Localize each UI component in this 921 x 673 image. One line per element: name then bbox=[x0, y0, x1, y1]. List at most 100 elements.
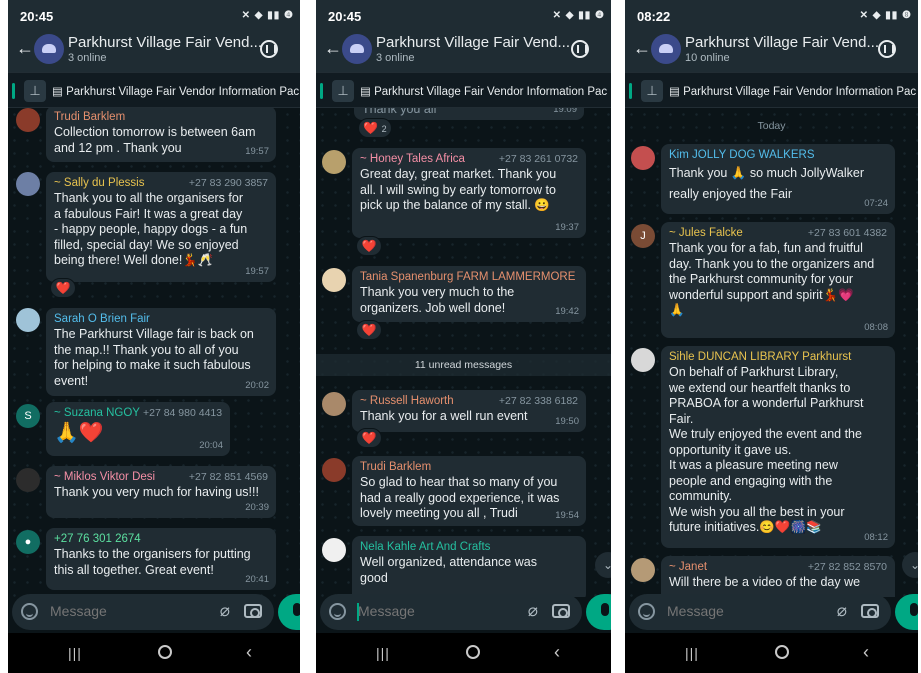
message-list[interactable]: Trudi Barklem Collection tomorrow is bet… bbox=[8, 108, 300, 597]
avatar[interactable] bbox=[16, 468, 40, 492]
message-composer[interactable]: ⌀ bbox=[12, 594, 274, 630]
reaction-badge[interactable]: ❤️ 2 bbox=[358, 118, 392, 138]
reaction-badge[interactable]: ❤️ bbox=[356, 236, 382, 256]
message-bubble[interactable]: ~ Janet +27 82 852 8570 Will there be a v… bbox=[661, 556, 895, 597]
avatar[interactable] bbox=[16, 308, 40, 332]
message-bubble[interactable]: ~ Suzana NGOY +27 84 980 4413 🙏❤️ 20:04 bbox=[46, 402, 230, 456]
pinned-message-bar[interactable]: ⊥ ▤ Parkhurst Village Fair Vendor Inform… bbox=[8, 72, 300, 108]
contact-avatar[interactable]: ● bbox=[16, 530, 40, 554]
scroll-down-icon[interactable]: ⌄ bbox=[902, 552, 918, 578]
group-call-icon[interactable] bbox=[260, 40, 278, 58]
recents-icon[interactable]: ||| bbox=[685, 645, 699, 661]
pin-icon[interactable]: ⊥ bbox=[24, 80, 46, 102]
message-composer[interactable]: ⌀ bbox=[629, 594, 891, 630]
avatar[interactable] bbox=[16, 172, 40, 196]
sender-name[interactable]: Sarah O Brien Fair bbox=[54, 312, 268, 327]
avatar[interactable] bbox=[322, 150, 346, 174]
chat-title[interactable]: Parkhurst Village Fair Vend... bbox=[68, 34, 262, 51]
pin-icon[interactable]: ⊥ bbox=[641, 80, 663, 102]
attach-icon[interactable]: ⌀ bbox=[220, 601, 230, 621]
nav-back-icon[interactable]: ‹ bbox=[246, 642, 252, 663]
home-icon[interactable] bbox=[158, 645, 172, 659]
message-bubble[interactable]: Nela Kahle Art And Crafts Well organized… bbox=[352, 536, 586, 597]
message-bubble[interactable]: Sarah O Brien Fair The Parkhurst Village… bbox=[46, 308, 276, 396]
avatar[interactable] bbox=[322, 392, 346, 416]
sender-name[interactable]: ~ Honey Tales Africa +27 83 261 0732 bbox=[360, 152, 578, 167]
back-arrow-icon[interactable]: ← bbox=[633, 38, 651, 59]
pin-icon[interactable]: ⊥ bbox=[332, 80, 354, 102]
avatar[interactable]: J bbox=[631, 224, 655, 248]
message-bubble[interactable]: ~ Jules Falcke +27 83 601 4382 Thank you … bbox=[661, 222, 895, 338]
pinned-message-bar[interactable]: ⊥ ▤ Parkhurst Village Fair Vendor Inform… bbox=[625, 72, 918, 108]
sender-name[interactable]: Tania Spanenburg FARM LAMMERMORE bbox=[360, 270, 578, 285]
message-bubble[interactable]: Sihle DUNCAN LIBRARY Parkhurst On behalf… bbox=[661, 346, 895, 548]
reaction-badge[interactable]: ❤️ bbox=[50, 278, 76, 298]
message-bubble[interactable]: Kim JOLLY DOG WALKERS Thank you 🙏 so muc… bbox=[661, 144, 895, 214]
recents-icon[interactable]: ||| bbox=[68, 645, 82, 661]
emoji-icon[interactable] bbox=[329, 603, 346, 620]
emoji-icon[interactable] bbox=[21, 603, 38, 620]
sender-name[interactable]: ~ Miklos Viktor Desi +27 82 851 4569 bbox=[54, 470, 268, 485]
avatar[interactable] bbox=[322, 538, 346, 562]
group-call-icon[interactable] bbox=[571, 40, 589, 58]
back-arrow-icon[interactable]: ← bbox=[16, 38, 34, 59]
sender-name[interactable]: Kim JOLLY DOG WALKERS bbox=[669, 148, 887, 163]
sender-name[interactable]: Nela Kahle Art And Crafts bbox=[360, 540, 578, 555]
group-avatar[interactable] bbox=[651, 34, 681, 64]
message-bubble[interactable]: Trudi Barklem So glad to hear that so ma… bbox=[352, 456, 586, 526]
nav-back-icon[interactable]: ‹ bbox=[863, 642, 869, 663]
scroll-down-icon[interactable]: ⌄ bbox=[595, 552, 611, 578]
reaction-badge[interactable]: ❤️ bbox=[356, 428, 382, 448]
message-bubble[interactable]: Thank you all 19:09 bbox=[354, 108, 584, 120]
message-bubble[interactable]: ~ Russell Haworth +27 82 338 6182 Thank y… bbox=[352, 390, 586, 432]
home-icon[interactable] bbox=[775, 645, 789, 659]
avatar[interactable] bbox=[631, 558, 655, 582]
attach-icon[interactable]: ⌀ bbox=[837, 601, 847, 621]
sender-name[interactable]: ~ Suzana NGOY +27 84 980 4413 bbox=[54, 406, 222, 421]
reaction-badge[interactable]: ❤️ bbox=[356, 320, 382, 340]
camera-icon[interactable] bbox=[552, 604, 570, 618]
mic-icon[interactable] bbox=[278, 594, 300, 630]
group-avatar[interactable] bbox=[342, 34, 372, 64]
sender-name[interactable]: ~ Russell Haworth +27 82 338 6182 bbox=[360, 394, 578, 409]
attach-icon[interactable]: ⌀ bbox=[528, 601, 538, 621]
avatar[interactable] bbox=[322, 268, 346, 292]
message-list[interactable]: Thank you all 19:09 ❤️ 2 ~ Honey Tales A… bbox=[316, 108, 611, 597]
sender-name[interactable]: +27 76 301 2674 bbox=[54, 532, 268, 547]
chat-title[interactable]: Parkhurst Village Fair Vend... bbox=[376, 34, 570, 51]
message-bubble[interactable]: ~ Sally du Plessis +27 83 290 3857 Thank … bbox=[46, 172, 276, 282]
camera-icon[interactable] bbox=[861, 604, 879, 618]
home-icon[interactable] bbox=[466, 645, 480, 659]
avatar[interactable] bbox=[322, 458, 346, 482]
message-bubble[interactable]: ~ Miklos Viktor Desi +27 82 851 4569 Than… bbox=[46, 466, 276, 518]
group-call-icon[interactable] bbox=[878, 40, 896, 58]
message-bubble[interactable]: Trudi Barklem Collection tomorrow is bet… bbox=[46, 108, 276, 162]
avatar[interactable] bbox=[631, 348, 655, 372]
message-bubble[interactable]: Tania Spanenburg FARM LAMMERMORE Thank y… bbox=[352, 266, 586, 322]
nav-back-icon[interactable]: ‹ bbox=[554, 642, 560, 663]
sender-name[interactable]: ~ Sally du Plessis +27 83 290 3857 bbox=[54, 176, 268, 191]
message-input[interactable] bbox=[50, 603, 190, 619]
recents-icon[interactable]: ||| bbox=[376, 645, 390, 661]
sender-name[interactable]: Trudi Barklem bbox=[360, 460, 578, 475]
back-arrow-icon[interactable]: ← bbox=[324, 38, 342, 59]
chat-title[interactable]: Parkhurst Village Fair Vend... bbox=[685, 34, 879, 51]
emoji-icon[interactable] bbox=[638, 603, 655, 620]
camera-icon[interactable] bbox=[244, 604, 262, 618]
message-list[interactable]: Today Kim JOLLY DOG WALKERS Thank you 🙏 … bbox=[625, 108, 918, 597]
avatar[interactable] bbox=[631, 146, 655, 170]
pinned-message-bar[interactable]: ⊥ ▤ Parkhurst Village Fair Vendor Inform… bbox=[316, 72, 611, 108]
sender-name[interactable]: Trudi Barklem bbox=[54, 110, 268, 125]
message-input[interactable] bbox=[358, 603, 498, 619]
avatar[interactable] bbox=[16, 108, 40, 132]
message-composer[interactable]: ⌀ bbox=[320, 594, 582, 630]
group-avatar[interactable] bbox=[34, 34, 64, 64]
message-bubble[interactable]: ~ Honey Tales Africa +27 83 261 0732 Grea… bbox=[352, 148, 586, 238]
sender-name[interactable]: ~ Jules Falcke +27 83 601 4382 bbox=[669, 226, 887, 241]
mic-icon[interactable] bbox=[586, 594, 611, 630]
sender-name[interactable]: Sihle DUNCAN LIBRARY Parkhurst bbox=[669, 350, 887, 365]
avatar[interactable]: S bbox=[16, 404, 40, 428]
message-bubble[interactable]: +27 76 301 2674 Thanks to the organisers… bbox=[46, 528, 276, 590]
mic-icon[interactable] bbox=[895, 594, 918, 630]
sender-name[interactable]: ~ Janet +27 82 852 8570 bbox=[669, 560, 887, 575]
